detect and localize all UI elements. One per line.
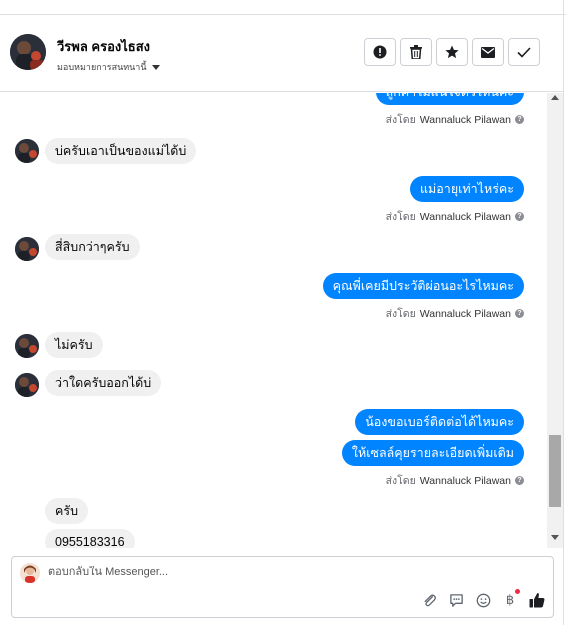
sender-name[interactable]: Wannaluck Pilawan <box>420 211 511 223</box>
incoming-message: ว่าใดครับออกได้บ่ <box>45 370 162 396</box>
incoming-message: บ่ครับเอาเป็นของแม่ได้บ่ <box>45 138 197 164</box>
checkmark-icon <box>517 46 531 58</box>
contact-avatar-small <box>15 139 39 163</box>
star-icon <box>445 45 459 59</box>
payment-button[interactable]: ฿ <box>502 589 520 608</box>
contact-avatar-small <box>15 237 39 261</box>
sent-by-label: ส่งโดย Wannaluck Pilawan? <box>386 472 524 489</box>
saved-replies-button[interactable] <box>448 592 464 608</box>
envelope-icon <box>481 46 495 58</box>
emoji-button[interactable] <box>475 592 491 608</box>
outgoing-message: คุณพี่เคยมีประวัติผ่อนอะไรไหมคะ <box>322 273 524 299</box>
sent-by-label: ส่งโดย Wannaluck Pilawan? <box>386 208 524 225</box>
sent-by-label: ส่งโดย Wannaluck Pilawan? <box>386 305 524 322</box>
attach-file-button[interactable] <box>421 592 437 608</box>
contact-avatar-small <box>15 334 39 358</box>
message-thread[interactable]: ลูกค้าไม่แน่ใจตัวไหนคะ ส่งโดยWannaluck P… <box>0 93 547 548</box>
top-bar <box>0 0 566 15</box>
sender-name[interactable]: Wannaluck Pilawan <box>420 114 511 126</box>
thumbs-up-icon <box>529 593 545 608</box>
mark-spam-button[interactable] <box>364 38 396 66</box>
contact-avatar[interactable] <box>10 34 46 70</box>
panel-border <box>563 0 564 625</box>
scrollbar-thumb[interactable] <box>549 435 561 507</box>
incoming-message: สี่สิบกว่าๆครับ <box>45 234 140 260</box>
assign-label: มอบหมายการสนทนานี้ <box>57 62 147 72</box>
outgoing-message: แม่อายุเท่าไหร่คะ <box>410 176 524 202</box>
notification-dot <box>515 589 520 594</box>
star-button[interactable] <box>436 38 468 66</box>
sender-name[interactable]: Wannaluck Pilawan <box>420 475 511 487</box>
smiley-icon <box>476 593 490 607</box>
info-icon[interactable]: ? <box>515 476 524 485</box>
page-avatar <box>20 563 40 583</box>
alert-icon <box>373 45 387 59</box>
outgoing-message: น้องขอเบอร์ติดต่อได้ไหมคะ <box>355 409 524 435</box>
info-icon[interactable]: ? <box>515 309 524 318</box>
assign-conversation-dropdown[interactable]: มอบหมายการสนทนานี้ <box>57 60 160 74</box>
chevron-down-icon <box>151 65 160 70</box>
incoming-message: ครับ <box>45 498 89 524</box>
conversation-actions <box>364 38 540 66</box>
contact-name: วีรพล ครองไธสง <box>57 39 151 54</box>
sent-by-label: ส่งโดย Wannaluck Pilawan? <box>386 111 524 128</box>
trash-icon <box>410 45 422 59</box>
scroll-down-arrow-icon[interactable] <box>551 535 559 540</box>
mark-done-button[interactable] <box>508 38 540 66</box>
reply-input[interactable] <box>48 566 528 578</box>
incoming-message: 0955183316 <box>45 529 135 548</box>
paperclip-icon <box>424 594 436 606</box>
sender-name[interactable]: Wannaluck Pilawan <box>420 308 511 320</box>
info-icon[interactable]: ? <box>515 212 524 221</box>
outgoing-message: ลูกค้าไม่แน่ใจตัวไหนคะ <box>375 93 524 105</box>
thread-scrollbar[interactable] <box>547 93 563 548</box>
chat-bubble-icon <box>449 593 463 607</box>
reply-composer: ฿ <box>11 556 554 618</box>
outgoing-message: ให้เซลล์คุยรายละเอียดเพิ่มเติม <box>341 440 524 466</box>
scroll-up-arrow-icon[interactable] <box>551 95 559 100</box>
send-like-button[interactable] <box>529 592 545 608</box>
composer-toolbar: ฿ <box>421 589 545 608</box>
info-icon[interactable]: ? <box>515 115 524 124</box>
mark-unread-button[interactable] <box>472 38 504 66</box>
baht-icon: ฿ <box>505 592 515 607</box>
conversation-header: วีรพล ครองไธสง มอบหมายการสนทนานี้ <box>0 16 563 92</box>
delete-button[interactable] <box>400 38 432 66</box>
contact-avatar-small <box>15 373 39 397</box>
incoming-message: ไม่ครับ <box>45 332 103 358</box>
